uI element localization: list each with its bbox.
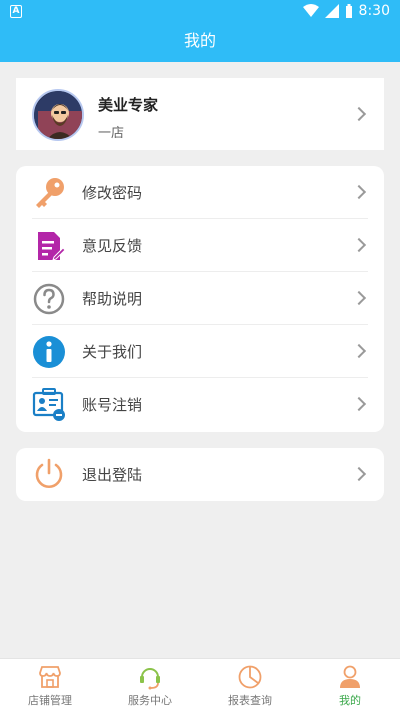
profile-card[interactable]: 美业专家 一店 xyxy=(16,78,384,150)
tab-label: 店铺管理 xyxy=(28,694,72,707)
chevron-right-icon xyxy=(351,184,367,200)
menu-item-feedback[interactable]: 意见反馈 xyxy=(16,219,384,272)
chevron-right-icon xyxy=(351,290,367,306)
signal-icon xyxy=(324,4,339,18)
bottom-tab-bar: 店铺管理 服务中心 报表查询 我的 xyxy=(0,658,400,711)
power-icon xyxy=(35,458,63,488)
menu-label: 修改密码 xyxy=(82,184,143,202)
tab-store-management[interactable]: 店铺管理 xyxy=(0,659,100,711)
wifi-icon xyxy=(302,4,319,17)
battery-icon xyxy=(345,4,352,18)
avatar xyxy=(32,89,84,141)
tab-label: 我的 xyxy=(339,694,361,707)
pie-chart-icon xyxy=(238,665,262,689)
service-icon xyxy=(140,668,160,690)
chevron-right-icon xyxy=(351,396,367,412)
tab-report-query[interactable]: 报表查询 xyxy=(200,659,300,711)
question-mark-icon xyxy=(33,283,65,315)
app-notification-icon: A xyxy=(10,5,22,18)
tab-mine[interactable]: 我的 xyxy=(300,659,400,711)
barber-avatar-icon xyxy=(34,91,82,139)
feedback-document-icon xyxy=(38,232,66,261)
settings-menu: 修改密码 意见反馈 帮助说明 关于我们 账号注销 xyxy=(16,166,384,432)
chevron-right-icon xyxy=(351,237,367,253)
menu-label: 帮助说明 xyxy=(82,290,143,308)
menu-item-cancel-account[interactable]: 账号注销 xyxy=(16,378,384,431)
menu-item-change-password[interactable]: 修改密码 xyxy=(16,166,384,219)
chevron-right-icon xyxy=(351,106,367,122)
page-title: 我的 xyxy=(183,31,216,50)
logout-label: 退出登陆 xyxy=(82,466,143,484)
menu-label: 关于我们 xyxy=(82,343,143,361)
status-bar: A 8:30 xyxy=(0,0,400,24)
info-icon xyxy=(33,336,65,368)
menu-item-about[interactable]: 关于我们 xyxy=(16,325,384,378)
id-card-cancel-icon xyxy=(32,388,65,421)
menu-label: 意见反馈 xyxy=(82,237,143,255)
tab-service-center[interactable]: 服务中心 xyxy=(100,659,200,711)
header-bar: 我的 xyxy=(0,24,400,62)
tab-label: 报表查询 xyxy=(228,694,272,707)
logout-button[interactable]: 退出登陆 xyxy=(16,448,384,501)
user-icon xyxy=(340,665,360,688)
profile-name: 美业专家 xyxy=(98,96,159,114)
profile-shop: 一店 xyxy=(98,126,125,141)
status-time: 8:30 xyxy=(358,3,390,19)
key-icon xyxy=(36,178,64,208)
menu-item-help[interactable]: 帮助说明 xyxy=(16,272,384,325)
store-icon xyxy=(39,666,61,688)
tab-label: 服务中心 xyxy=(128,694,172,707)
menu-label: 账号注销 xyxy=(82,396,143,414)
chevron-right-icon xyxy=(351,466,367,482)
chevron-right-icon xyxy=(351,343,367,359)
